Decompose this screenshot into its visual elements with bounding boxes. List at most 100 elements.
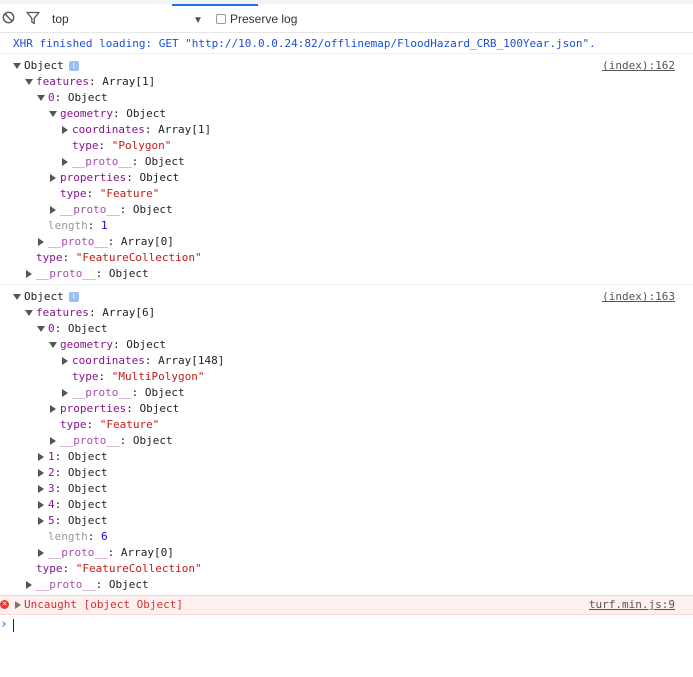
tree-node-item-4[interactable]: 4: Object [37, 497, 693, 513]
tree-node-coordinates[interactable]: coordinates: Array[148] [61, 353, 693, 369]
collapsed-triangle-icon[interactable] [62, 389, 68, 397]
property-key: type [72, 139, 99, 152]
tree-node-properties[interactable]: properties: Object [49, 401, 693, 417]
log-source-link[interactable]: (index):163 [602, 289, 675, 305]
property-value: Object [108, 267, 149, 280]
preserve-log-checkbox[interactable] [216, 14, 226, 24]
xhr-log-message: XHR finished loading: GET "http://10.0.0… [13, 37, 596, 50]
tree-node-root-proto[interactable]: __proto__: Object [25, 577, 693, 593]
expanded-triangle-icon[interactable] [49, 342, 57, 348]
tree-node-properties[interactable]: properties: Object [49, 170, 693, 186]
property-key: __proto__ [60, 434, 120, 447]
property-key: __proto__ [36, 578, 96, 591]
property-value: Array[1] [102, 75, 156, 88]
collapsed-triangle-icon[interactable] [62, 357, 68, 365]
expanded-triangle-icon[interactable] [37, 95, 45, 101]
tree-node-features[interactable]: features: Array[6] [25, 305, 693, 321]
property-key: length [48, 530, 88, 543]
tree-node-length: length: 1 [48, 219, 108, 232]
tree-node-geometry[interactable]: geometry: Object [49, 337, 693, 353]
property-value: 6 [101, 530, 108, 543]
tree-node-feature-proto[interactable]: __proto__: Object [49, 202, 693, 218]
collapsed-triangle-icon[interactable] [38, 501, 44, 509]
tree-node-item-0[interactable]: 0: Object [37, 321, 693, 337]
property-value: Object [132, 434, 173, 447]
info-icon[interactable]: i [68, 292, 79, 302]
expanded-triangle-icon[interactable] [37, 326, 45, 332]
collapsed-triangle-icon[interactable] [38, 485, 44, 493]
error-source-link[interactable]: turf.min.js:9 [589, 596, 675, 614]
property-key: 0 [48, 322, 55, 335]
collapsed-triangle-icon[interactable] [50, 437, 56, 445]
expanded-triangle-icon[interactable] [25, 79, 33, 85]
expanded-triangle-icon[interactable] [13, 294, 21, 300]
collapsed-triangle-icon[interactable] [62, 126, 68, 134]
property-key: type [36, 251, 63, 264]
error-log-row[interactable]: ✕ Uncaught [object Object] turf.min.js:9 [0, 595, 693, 615]
property-value: 1 [101, 219, 108, 232]
error-message: Uncaught [object Object] [24, 598, 183, 611]
property-value: Object [67, 322, 108, 335]
console-prompt[interactable]: › [0, 617, 693, 633]
collapsed-triangle-icon[interactable] [38, 453, 44, 461]
clear-console-icon[interactable] [2, 11, 15, 24]
tree-node-geometry-type: type: "MultiPolygon" [72, 370, 205, 383]
tree-node-item-5[interactable]: 5: Object [37, 513, 693, 529]
collapsed-triangle-icon[interactable] [26, 270, 32, 278]
tree-node-feature-proto[interactable]: __proto__: Object [49, 433, 693, 449]
property-key: __proto__ [72, 386, 132, 399]
property-value: "Polygon" [111, 139, 172, 152]
filter-icon[interactable] [26, 11, 40, 25]
collapsed-triangle-icon[interactable] [50, 206, 56, 214]
property-value: Object [144, 386, 185, 399]
tree-node-coordinates[interactable]: coordinates: Array[1] [61, 122, 693, 138]
property-key: type [60, 187, 87, 200]
info-icon[interactable]: i [68, 61, 79, 71]
property-key: 1 [48, 450, 55, 463]
property-value: Object [126, 107, 166, 120]
tree-node-geometry-proto[interactable]: __proto__: Object [61, 154, 693, 170]
chevron-down-icon[interactable]: ▼ [193, 12, 203, 28]
collapsed-triangle-icon[interactable] [38, 549, 44, 557]
property-value: Array[6] [102, 306, 156, 319]
tree-node-array-proto[interactable]: __proto__: Array[0] [37, 545, 693, 561]
property-key: properties [60, 402, 127, 415]
expanded-triangle-icon[interactable] [25, 310, 33, 316]
property-key: 3 [48, 482, 55, 495]
tree-node-features[interactable]: features: Array[1] [25, 74, 693, 90]
collapsed-triangle-icon[interactable] [50, 405, 56, 413]
expanded-triangle-icon[interactable] [49, 111, 57, 117]
property-value: Object [67, 514, 108, 527]
tree-node-item-2[interactable]: 2: Object [37, 465, 693, 481]
collapsed-triangle-icon[interactable] [38, 469, 44, 477]
collapsed-triangle-icon[interactable] [62, 158, 68, 166]
tree-node-array-proto[interactable]: __proto__: Array[0] [37, 234, 693, 250]
tree-node-geometry[interactable]: geometry: Object [49, 106, 693, 122]
tree-node-item-3[interactable]: 3: Object [37, 481, 693, 497]
tree-node-root-proto[interactable]: __proto__: Object [25, 266, 693, 282]
tree-node-geometry-proto[interactable]: __proto__: Object [61, 385, 693, 401]
tree-node-item-1[interactable]: 1: Object [37, 449, 693, 465]
log-object-root[interactable]: Object i [13, 58, 693, 74]
preserve-log-toggle[interactable]: Preserve log [216, 11, 297, 27]
tree-node-collection-type: type: "FeatureCollection" [36, 251, 202, 264]
property-key: 0 [48, 91, 55, 104]
expanded-triangle-icon[interactable] [13, 63, 21, 69]
property-key: 2 [48, 466, 55, 479]
log-separator [0, 53, 693, 54]
property-value: Array[148] [158, 354, 225, 367]
property-value: "FeatureCollection" [75, 251, 202, 264]
collapsed-triangle-icon[interactable] [38, 238, 44, 246]
context-selector-label[interactable]: top [52, 11, 69, 27]
property-key: __proto__ [60, 203, 120, 216]
log-separator [0, 284, 693, 285]
collapsed-triangle-icon[interactable] [26, 581, 32, 589]
collapsed-triangle-icon[interactable] [50, 174, 56, 182]
log-object-root[interactable]: Object i [13, 289, 693, 305]
property-value: Array[0] [120, 546, 174, 559]
tree-node-item-0[interactable]: 0: Object [37, 90, 693, 106]
property-value: "Feature" [99, 187, 160, 200]
log-source-link[interactable]: (index):162 [602, 58, 675, 74]
collapsed-triangle-icon[interactable] [38, 517, 44, 525]
collapsed-triangle-icon[interactable] [15, 601, 21, 609]
